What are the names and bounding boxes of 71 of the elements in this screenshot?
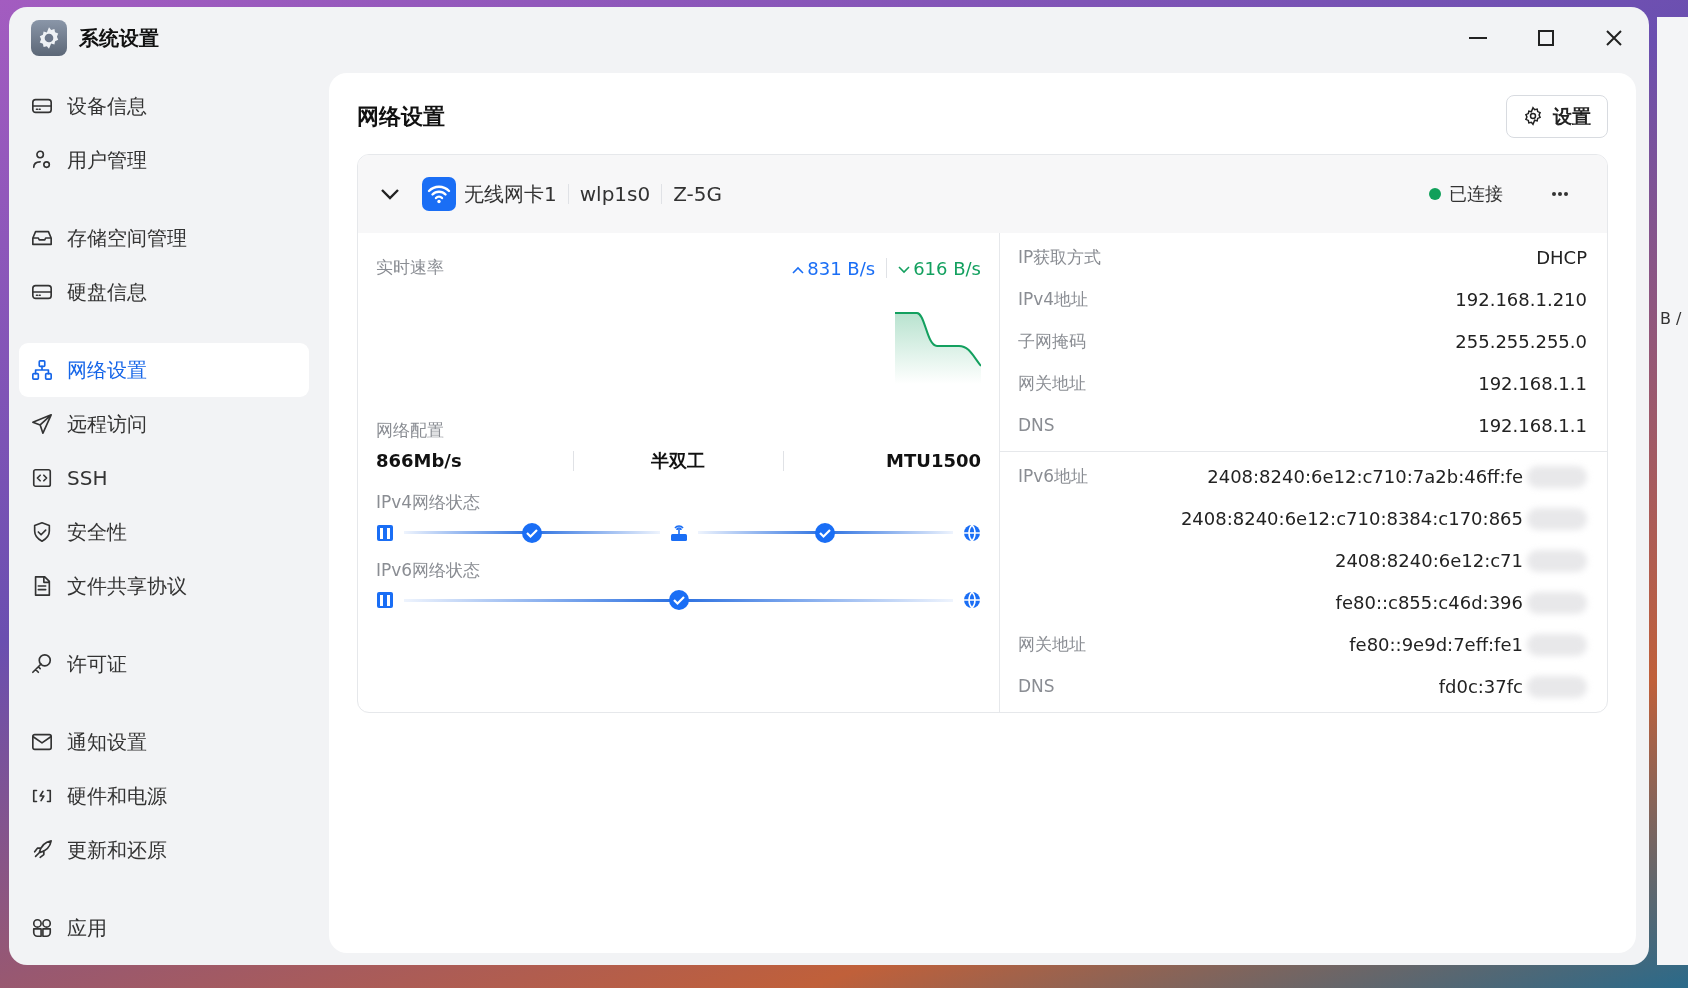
paper-plane-icon <box>31 413 53 435</box>
info-label: 网关地址 <box>1018 371 1086 395</box>
info-label: IPv4地址 <box>1018 287 1089 311</box>
info-value: 2408:8240:6e12:c710:8384:c170:865 <box>1180 507 1523 531</box>
settings-button[interactable]: 设置 <box>1506 95 1608 138</box>
sidebar-item[interactable]: 通知设置 <box>19 715 309 769</box>
info-label: DNS <box>1018 674 1055 698</box>
check-icon <box>668 590 689 610</box>
download-speed: 616 B/s <box>898 254 981 282</box>
network-icon <box>31 359 53 381</box>
sidebar-item[interactable]: 硬盘信息 <box>19 265 309 319</box>
sidebar-item[interactable]: SSH <box>19 451 309 505</box>
grid-icon <box>31 917 53 939</box>
sidebar-item[interactable]: 文件共享协议 <box>19 559 309 613</box>
device-icon <box>376 523 394 542</box>
info-label: DNS <box>1018 413 1055 437</box>
adapter-name: 无线网卡1 <box>464 180 557 208</box>
info-value: 192.168.1.1 <box>1478 372 1587 396</box>
globe-icon <box>963 523 981 542</box>
router-icon <box>669 523 688 542</box>
background-window-text: B / <box>1660 308 1682 330</box>
path-label: IPv6网络状态 <box>376 558 482 582</box>
config-value: 866Mb/s <box>376 449 463 473</box>
window-title: 系统设置 <box>79 25 159 52</box>
sidebar-item[interactable]: 远程访问 <box>19 397 309 451</box>
shield-icon <box>31 521 53 543</box>
info-value: 2408:8240:6e12:c71 <box>1334 549 1523 573</box>
wifi-icon <box>422 176 456 211</box>
config-label: 网络配置 <box>376 418 445 442</box>
gear-icon <box>1523 106 1543 127</box>
sidebar-item[interactable]: 应用 <box>19 901 309 955</box>
path-label: IPv4网络状态 <box>376 491 482 514</box>
config-value: MTU1500 <box>885 449 981 473</box>
info-value: fe80::c855:c46d:396 <box>1335 591 1523 615</box>
info-value: 255.255.255.0 <box>1455 330 1587 354</box>
info-value: 192.168.1.210 <box>1455 288 1587 312</box>
info-label: 子网掩码 <box>1018 329 1086 353</box>
sidebar-item[interactable]: 安全性 <box>19 505 309 559</box>
user-gear-icon <box>31 149 53 171</box>
chevron-icon[interactable] <box>380 188 400 200</box>
sidebar-item[interactable]: 设备信息 <box>19 79 309 133</box>
config-value: 半双工 <box>650 449 707 473</box>
sidebar-item[interactable]: 网络设置 <box>19 343 309 397</box>
envelope-icon <box>31 731 53 753</box>
sidebar-item[interactable]: 许可证 <box>19 637 309 691</box>
check-icon <box>815 522 836 543</box>
sidebar-item[interactable]: 更新和还原 <box>19 823 309 877</box>
speed-label: 实时速率 <box>376 256 444 280</box>
info-value: fd0c:37fc <box>1438 675 1523 699</box>
info-value: 192.168.1.1 <box>1478 414 1587 438</box>
info-label: IPv6地址 <box>1018 464 1089 488</box>
info-value: DHCP <box>1536 246 1587 270</box>
connection-status: 已连接 <box>1449 182 1503 206</box>
info-label: IP获取方式 <box>1018 245 1102 269</box>
globe-icon <box>963 591 981 609</box>
app-gear-icon <box>31 20 67 56</box>
sidebar-item[interactable]: 用户管理 <box>19 133 309 187</box>
page-title: 网络设置 <box>357 102 445 131</box>
ssid-name: Z-5G <box>673 180 722 208</box>
device-icon <box>376 591 394 609</box>
upload-speed: 831 B/s <box>792 254 876 282</box>
sidebar-item[interactable]: 存储空间管理 <box>19 211 309 265</box>
code-icon <box>31 467 53 489</box>
key-icon <box>31 653 53 675</box>
check-icon <box>521 522 542 543</box>
interface-name: wlp1s0 <box>579 180 651 208</box>
rocket-icon <box>31 839 53 861</box>
info-label: 网关地址 <box>1018 632 1086 656</box>
sidebar-item[interactable]: 硬件和电源 <box>19 769 309 823</box>
info-value: 2408:8240:6e12:c710:7a2b:46ff:fe <box>1207 465 1523 489</box>
info-value: fe80::9e9d:7eff:fe1 <box>1349 633 1523 657</box>
